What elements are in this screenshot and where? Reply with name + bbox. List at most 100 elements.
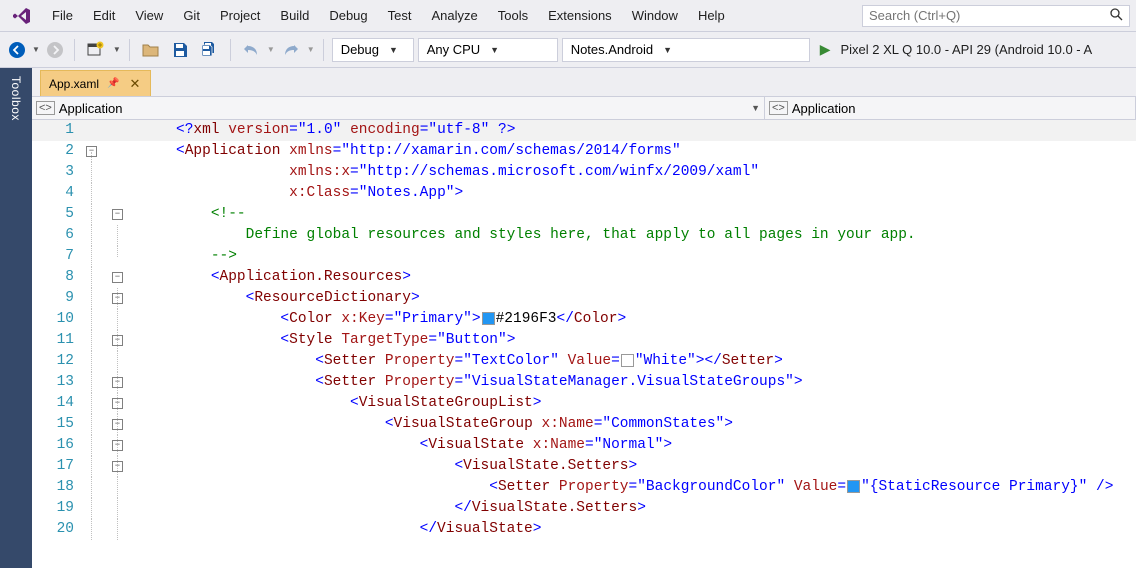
- tab-app-xaml[interactable]: App.xaml 📌 ✕: [40, 70, 151, 96]
- code-line[interactable]: 2 − <Application xmlns="http://xamarin.c…: [32, 141, 1136, 162]
- line-number: 12: [32, 351, 86, 372]
- fold-toggle[interactable]: −: [112, 335, 123, 346]
- chevron-down-icon: ▼: [389, 45, 398, 55]
- fold-toggle[interactable]: −: [112, 272, 123, 283]
- line-number: 4: [32, 183, 86, 204]
- code-line[interactable]: 19 </VisualState.Setters>: [32, 498, 1136, 519]
- fold-toggle[interactable]: −: [112, 461, 123, 472]
- line-number: 18: [32, 477, 86, 498]
- code-line[interactable]: 3 xmlns:x="http://schemas.microsoft.com/…: [32, 162, 1136, 183]
- fold-toggle[interactable]: −: [112, 398, 123, 409]
- line-number: 9: [32, 288, 86, 309]
- code-line[interactable]: 17 − <VisualState.Setters>: [32, 456, 1136, 477]
- menu-test[interactable]: Test: [378, 4, 422, 27]
- platform-value: Any CPU: [427, 42, 480, 57]
- nav-back-button[interactable]: [6, 39, 28, 61]
- menu-project[interactable]: Project: [210, 4, 270, 27]
- code-line[interactable]: 10 <Color x:Key="Primary">#2196F3</Color…: [32, 309, 1136, 330]
- redo-button[interactable]: [279, 37, 303, 63]
- xaml-element-icon: <>: [769, 101, 788, 115]
- code-line[interactable]: 7 -->: [32, 246, 1136, 267]
- search-input[interactable]: [869, 8, 1110, 23]
- undo-dropdown[interactable]: ▼: [267, 45, 275, 54]
- new-project-button[interactable]: [83, 37, 109, 63]
- toolbar-separator: [323, 39, 324, 61]
- fold-toggle[interactable]: −: [112, 377, 123, 388]
- chevron-down-icon: ▼: [663, 45, 672, 55]
- fold-toggle[interactable]: −: [112, 440, 123, 451]
- code-line[interactable]: 1 <?xml version="1.0" encoding="utf-8" ?…: [32, 120, 1136, 141]
- line-number: 11: [32, 330, 86, 351]
- menu-edit[interactable]: Edit: [83, 4, 125, 27]
- nav-scope-label: Application: [59, 101, 123, 116]
- menu-git[interactable]: Git: [173, 4, 210, 27]
- config-dropdown[interactable]: Debug▼: [332, 38, 414, 62]
- toolbar-separator: [230, 39, 231, 61]
- line-number: 3: [32, 162, 86, 183]
- line-number: 8: [32, 267, 86, 288]
- save-button[interactable]: [168, 37, 192, 63]
- nav-scope-dropdown[interactable]: <> Application ▼: [32, 97, 765, 119]
- line-number: 15: [32, 414, 86, 435]
- close-icon[interactable]: ✕: [127, 76, 142, 92]
- menu-tools[interactable]: Tools: [488, 4, 538, 27]
- menu-file[interactable]: File: [42, 4, 83, 27]
- nav-forward-button: [44, 39, 66, 61]
- chevron-down-icon: ▼: [751, 103, 760, 113]
- platform-dropdown[interactable]: Any CPU ▼: [418, 38, 558, 62]
- line-number: 19: [32, 498, 86, 519]
- debug-target-label[interactable]: Pixel 2 XL Q 10.0 - API 29 (Android 10.0…: [834, 42, 1098, 57]
- startup-project-dropdown[interactable]: Notes.Android▼: [562, 38, 810, 62]
- chevron-down-icon: ▼: [490, 45, 499, 55]
- menu-build[interactable]: Build: [270, 4, 319, 27]
- menu-help[interactable]: Help: [688, 4, 735, 27]
- xaml-element-icon: <>: [36, 101, 55, 115]
- menu-debug[interactable]: Debug: [319, 4, 377, 27]
- tab-filename: App.xaml: [49, 77, 99, 91]
- nav-member-dropdown[interactable]: <> Application: [765, 97, 1136, 119]
- code-line[interactable]: 14 − <VisualStateGroupList>: [32, 393, 1136, 414]
- menu-view[interactable]: View: [125, 4, 173, 27]
- line-number: 20: [32, 519, 86, 540]
- pin-icon[interactable]: 📌: [107, 78, 119, 89]
- code-line[interactable]: 18 <Setter Property="BackgroundColor" Va…: [32, 477, 1136, 498]
- menu-analyze[interactable]: Analyze: [421, 4, 487, 27]
- menu-window[interactable]: Window: [622, 4, 688, 27]
- undo-button[interactable]: [239, 37, 263, 63]
- code-line[interactable]: 5 − <!--: [32, 204, 1136, 225]
- code-line[interactable]: 11 − <Style TargetType="Button">: [32, 330, 1136, 351]
- main-toolbar: ▼ ▼ ▼ ▼ Debug▼ Any CPU ▼ Notes.Android▼ ▶…: [0, 32, 1136, 68]
- fold-toggle[interactable]: −: [112, 209, 123, 220]
- code-line[interactable]: 6 Define global resources and styles her…: [32, 225, 1136, 246]
- color-swatch-icon: [847, 480, 860, 493]
- line-number: 17: [32, 456, 86, 477]
- fold-toggle[interactable]: −: [112, 293, 123, 304]
- toolbox-panel[interactable]: Toolbox: [0, 68, 32, 568]
- search-icon[interactable]: [1110, 8, 1123, 24]
- code-line[interactable]: 9 − <ResourceDictionary>: [32, 288, 1136, 309]
- line-number: 2: [32, 141, 86, 162]
- vs-logo-icon: [12, 6, 32, 26]
- save-all-button[interactable]: [196, 37, 222, 63]
- open-file-button[interactable]: [138, 37, 164, 63]
- code-editor[interactable]: 1 <?xml version="1.0" encoding="utf-8" ?…: [32, 120, 1136, 568]
- code-line[interactable]: 4 x:Class="Notes.App">: [32, 183, 1136, 204]
- toolbar-separator: [74, 39, 75, 61]
- redo-dropdown[interactable]: ▼: [307, 45, 315, 54]
- nav-member-label: Application: [792, 101, 856, 116]
- quick-launch-search[interactable]: [862, 5, 1130, 27]
- nav-back-dropdown[interactable]: ▼: [32, 45, 40, 54]
- code-line[interactable]: 20 </VisualState>: [32, 519, 1136, 540]
- toolbox-label: Toolbox: [9, 76, 23, 121]
- menu-extensions[interactable]: Extensions: [538, 4, 622, 27]
- fold-toggle[interactable]: −: [112, 419, 123, 430]
- code-line[interactable]: 8 − <Application.Resources>: [32, 267, 1136, 288]
- start-debug-button[interactable]: ▶: [820, 41, 831, 58]
- new-project-dropdown[interactable]: ▼: [113, 45, 121, 54]
- code-line[interactable]: 15 − <VisualStateGroup x:Name="CommonSta…: [32, 414, 1136, 435]
- line-number: 13: [32, 372, 86, 393]
- line-number: 10: [32, 309, 86, 330]
- code-line[interactable]: 13 − <Setter Property="VisualStateManage…: [32, 372, 1136, 393]
- code-line[interactable]: 12 <Setter Property="TextColor" Value="W…: [32, 351, 1136, 372]
- code-line[interactable]: 16 − <VisualState x:Name="Normal">: [32, 435, 1136, 456]
